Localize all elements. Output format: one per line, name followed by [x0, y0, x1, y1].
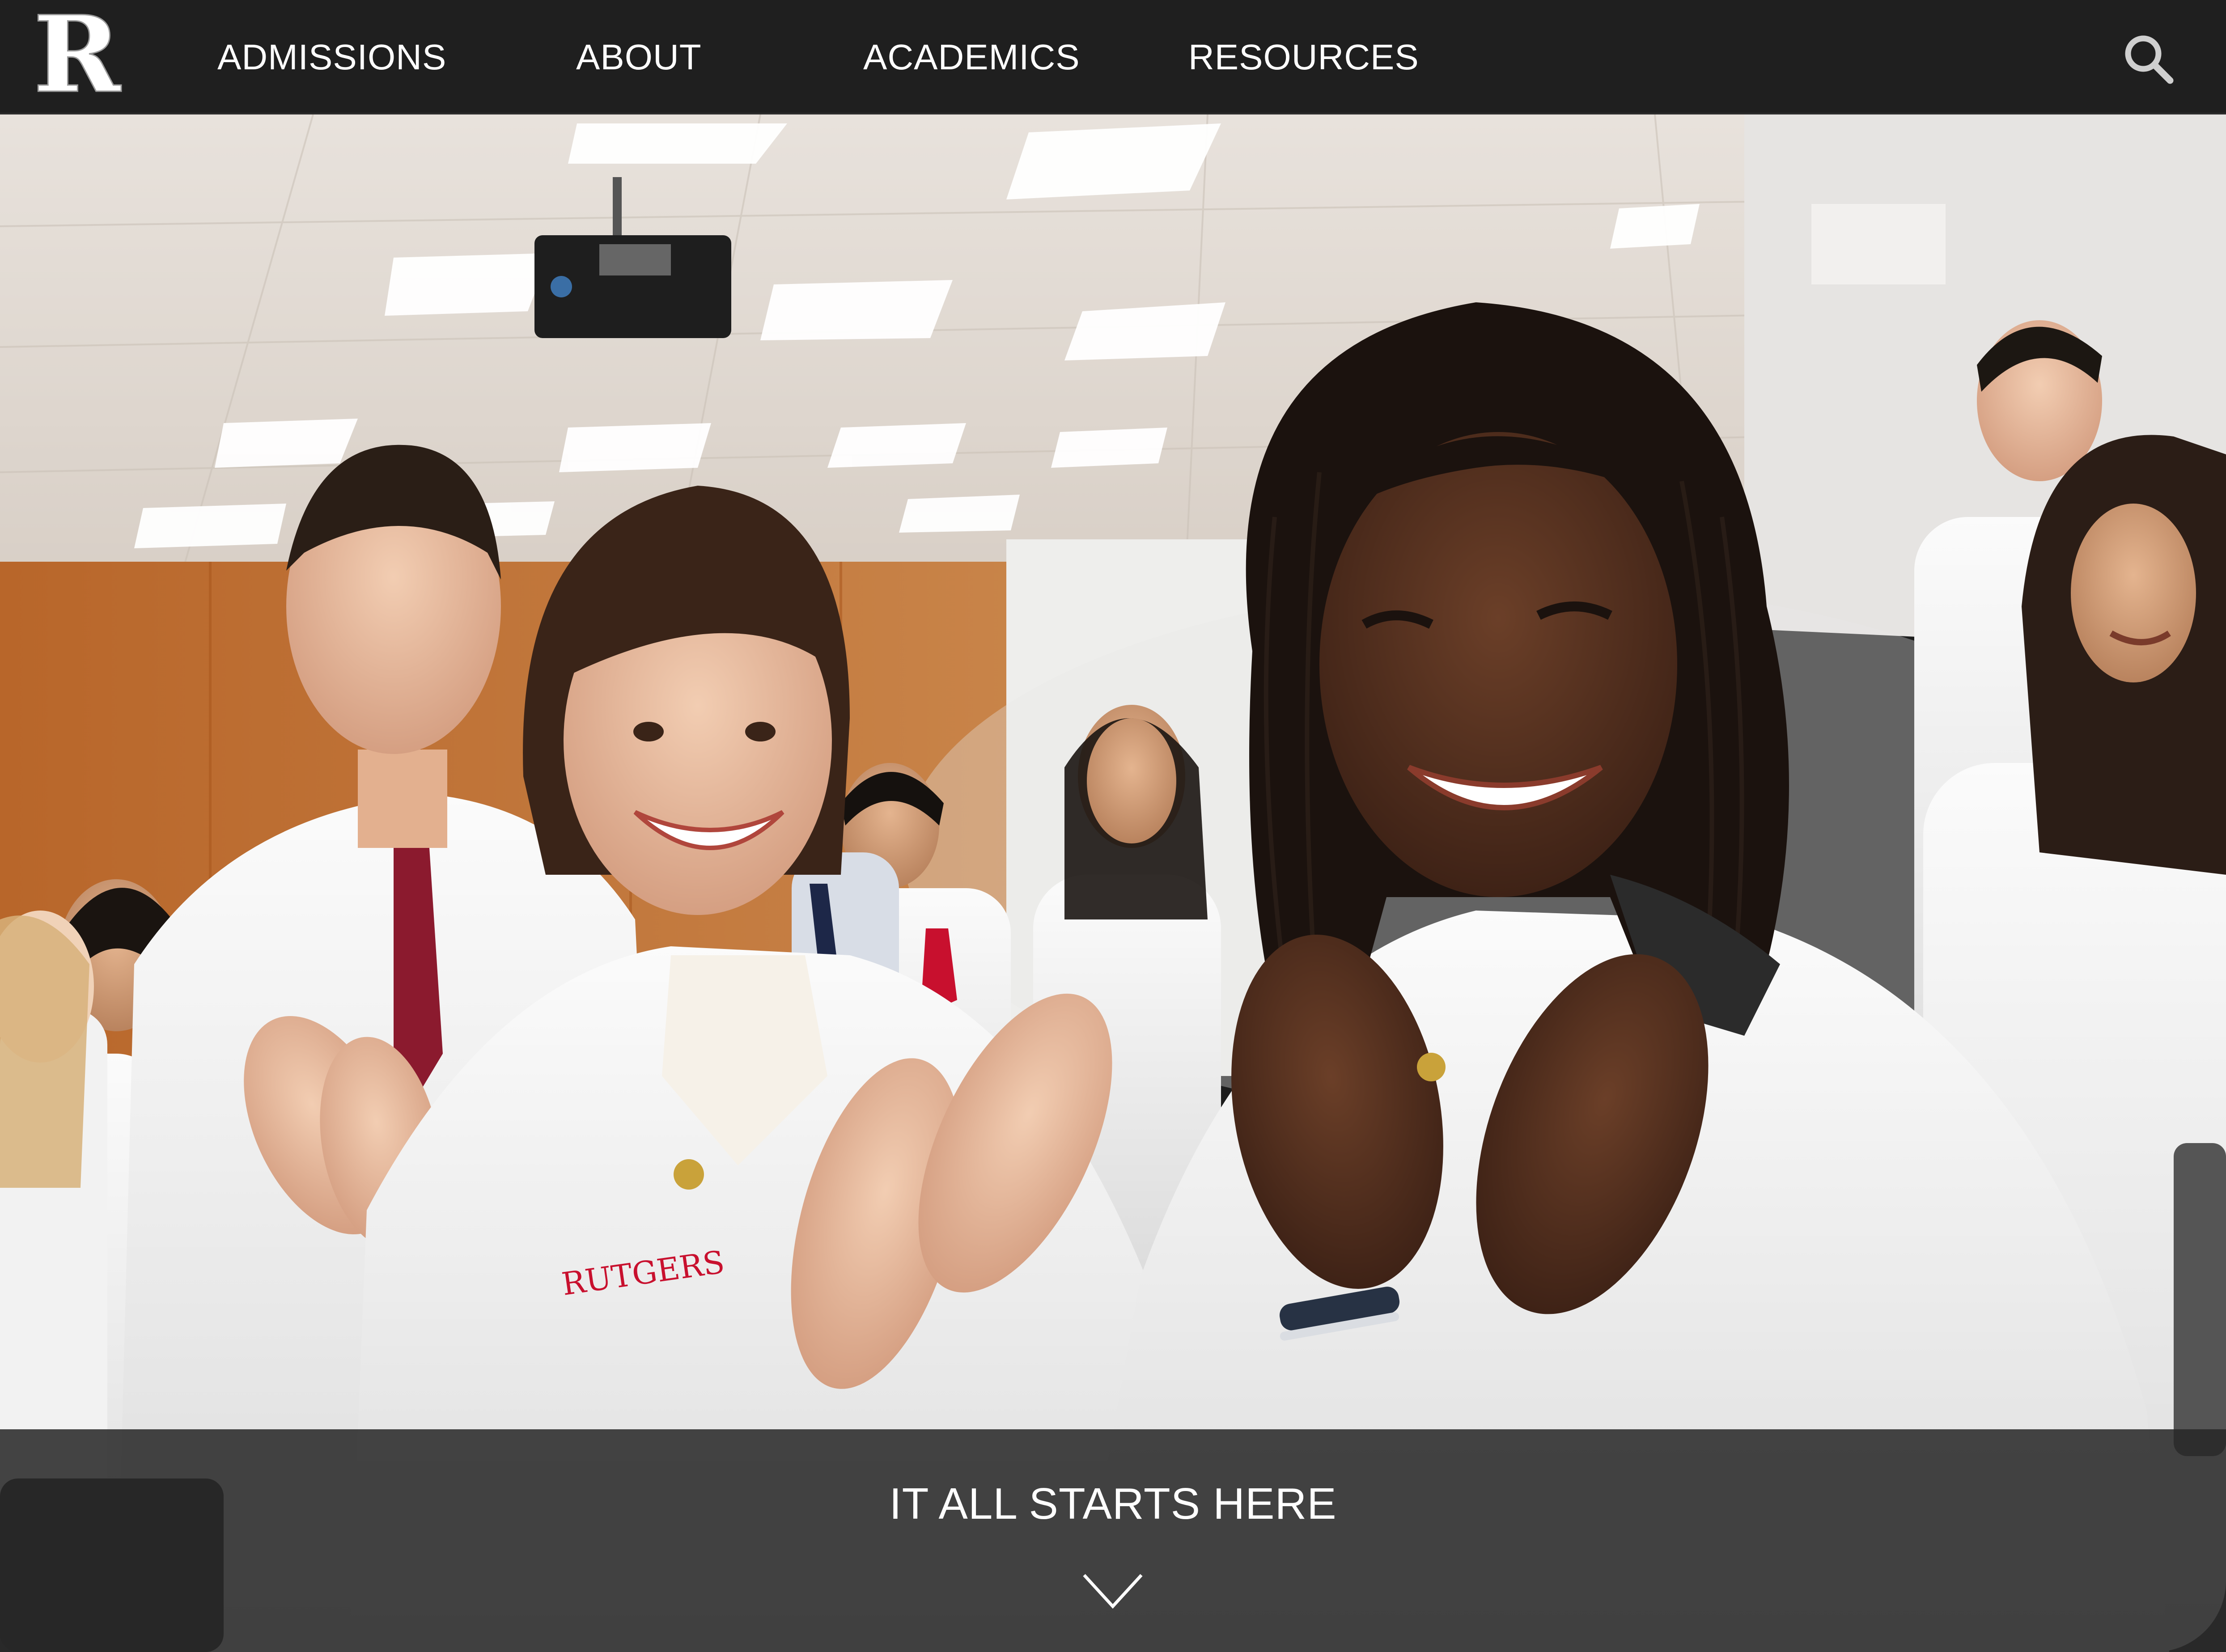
nav-academics[interactable]: ACADEMICS	[863, 0, 1080, 114]
hero-caption: IT ALL STARTS HERE	[889, 1479, 1337, 1528]
scroll-down-button[interactable]	[1081, 1572, 1144, 1612]
rutgers-r-logo-icon: R	[33, 0, 122, 117]
top-navigation-bar: R ADMISSIONS ABOUT ACADEMICS RESOURCES	[0, 0, 2226, 117]
nav-about[interactable]: ABOUT	[576, 0, 702, 114]
search-button[interactable]	[2122, 32, 2175, 86]
chevron-down-icon	[1083, 1574, 1143, 1609]
svg-text:R: R	[33, 12, 121, 101]
nav-resources[interactable]: RESOURCES	[1188, 0, 1419, 114]
page: R ADMISSIONS ABOUT ACADEMICS RESOURCES R…	[0, 0, 2226, 1652]
nav-admissions[interactable]: ADMISSIONS	[217, 0, 446, 114]
hero-caption-band: IT ALL STARTS HERE	[0, 1429, 2226, 1652]
hero-scene-illustration: RUTGERS	[0, 114, 2226, 1652]
search-icon	[2125, 35, 2174, 84]
hero-photo: RUTGERS	[0, 114, 2226, 1652]
home-logo-link[interactable]: R	[30, 0, 124, 117]
